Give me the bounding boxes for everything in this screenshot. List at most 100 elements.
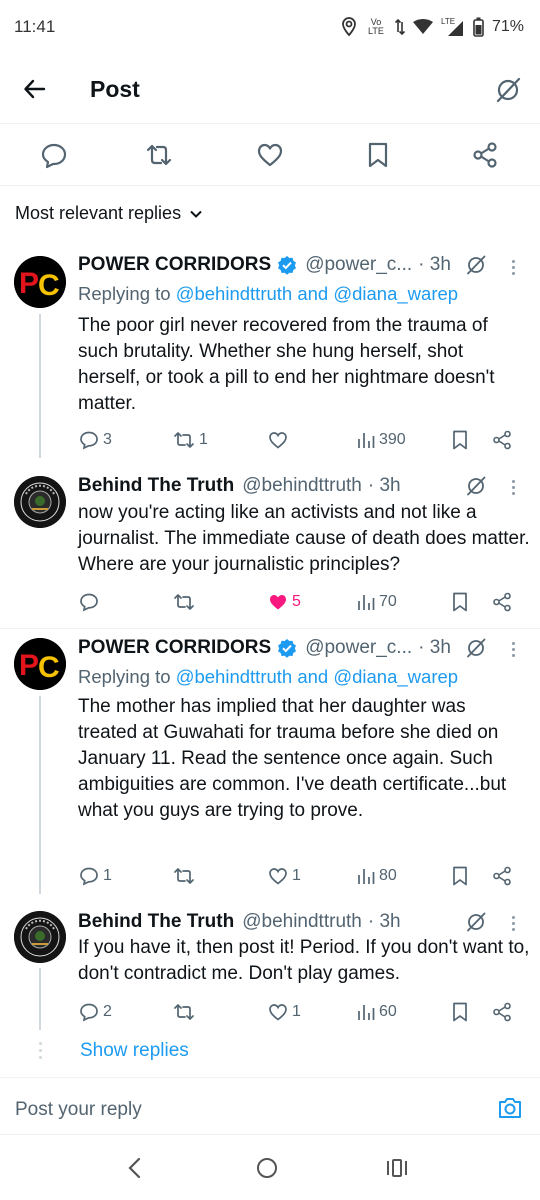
share-icon[interactable] [492,592,512,612]
replying-prefix: Replying to [78,666,171,687]
author-handle[interactable]: @power_c... [305,254,412,276]
reply-4-header: Behind The Truth @behindttruth · 3h [78,911,401,933]
author-name[interactable]: Behind The Truth [78,911,234,933]
bookmark-icon[interactable] [451,592,469,612]
reply-count: 3 [103,431,112,448]
author-handle[interactable]: @power_c... [305,637,412,659]
reply-text: If you have it, then post it! Period. If… [78,937,530,984]
status-time: 11:41 [14,17,56,36]
retweet-icon [174,594,194,610]
grok-icon[interactable] [465,475,487,497]
reply-button[interactable] [40,141,68,169]
like-button[interactable] [256,141,284,169]
like-icon [269,1004,287,1021]
author-name[interactable]: Behind The Truth [78,475,234,497]
repost-count-button[interactable] [173,592,199,612]
share-icon[interactable] [492,866,512,886]
like-count: 5 [292,593,301,610]
retweet-icon [146,144,172,166]
nav-recents-icon[interactable] [386,1157,408,1179]
repost-count-button[interactable]: 1 [173,430,208,450]
like-count-button[interactable]: 1 [268,866,301,886]
author-name[interactable]: POWER CORRIDORS [78,254,271,276]
avatar-behind-the-truth[interactable] [14,911,66,963]
like-count-button[interactable]: 5 [268,592,301,612]
share-button[interactable] [471,141,499,169]
reply-count-button[interactable]: 2 [79,1002,112,1022]
like-icon [269,432,287,449]
author-handle[interactable]: @behindttruth [242,911,362,933]
post-time: · 3h [367,475,401,496]
reply-composer: Post your reply [0,1077,540,1135]
bookmark-button[interactable] [364,141,392,169]
share-icon[interactable] [492,430,512,450]
more-options-button[interactable] [512,480,516,498]
grok-icon[interactable] [465,637,487,659]
grok-icon[interactable] [465,254,487,276]
avatar-power-corridors[interactable]: P C [14,638,66,690]
pc-logo-icon: P C [14,638,66,690]
nav-home-icon[interactable] [256,1157,278,1179]
views-icon [358,1005,375,1020]
bookmark-icon[interactable] [451,1002,469,1022]
thread-line [39,314,41,458]
more-options-button[interactable] [512,260,516,278]
like-count-button[interactable] [268,430,292,450]
author-name[interactable]: POWER CORRIDORS [78,637,271,659]
sort-replies-dropdown[interactable]: Most relevant replies [15,203,203,224]
bookmark-icon[interactable] [451,430,469,450]
share-icon[interactable] [492,1002,512,1022]
reply-icon [80,1003,98,1022]
thread-continuation-dots [37,1042,43,1059]
thread-line [39,696,41,894]
views-button[interactable]: 70 [357,592,397,612]
like-count-button[interactable]: 1 [268,1002,301,1022]
views-button[interactable]: 80 [357,866,397,886]
retweet-button[interactable] [145,141,173,169]
retweet-icon [174,1004,194,1020]
arrow-left-icon [24,79,46,99]
signal-icon [447,21,463,36]
replying-to-links[interactable]: @behindttruth and @diana_warep [176,283,458,304]
data-arrows-icon [394,18,405,36]
repost-count-button[interactable] [173,1002,199,1022]
replying-to-links[interactable]: @behindttruth and @diana_warep [176,666,458,687]
post-time: · 3h [418,637,451,658]
like-count: 1 [292,867,301,884]
avatar-power-corridors[interactable]: P C [14,256,66,308]
reply-count: 1 [103,867,112,884]
author-handle[interactable]: @behindttruth [242,475,362,497]
nav-back-icon[interactable] [126,1157,144,1179]
replying-prefix: Replying to [78,283,171,304]
show-replies-link[interactable]: Show replies [80,1040,189,1062]
reply-count-button[interactable]: 1 [79,866,112,886]
views-count: 80 [379,867,397,884]
grok-button[interactable] [494,76,522,104]
status-icons: Vo LTE LTE 71% [341,14,524,40]
share-icon [473,142,497,168]
camera-button[interactable] [497,1096,523,1120]
back-button[interactable] [22,76,48,102]
repost-count: 1 [199,431,208,448]
reply-count-button[interactable]: 3 [79,430,112,450]
grok-icon [496,77,521,103]
reply-count-button[interactable] [79,592,103,612]
views-button[interactable]: 390 [357,430,406,450]
battery-icon [473,17,484,37]
reply-icon [80,593,98,612]
grok-icon[interactable] [465,911,487,933]
volte-label: Vo LTE [368,17,384,36]
more-options-button[interactable] [512,642,516,660]
bookmark-icon[interactable] [451,866,469,886]
reply-icon [80,867,98,886]
views-count: 390 [379,431,406,448]
replying-to: Replying to @behindttruth and @diana_war… [78,283,458,305]
svg-text:C: C [38,651,60,684]
views-button[interactable]: 60 [357,1002,397,1022]
more-options-button[interactable] [512,916,516,934]
reply-3-header: POWER CORRIDORS @power_c... · 3h [78,637,451,659]
reply-input[interactable]: Post your reply [15,1099,142,1121]
avatar-behind-the-truth[interactable] [14,476,66,528]
repost-count-button[interactable] [173,866,199,886]
bookmark-icon [368,142,388,168]
